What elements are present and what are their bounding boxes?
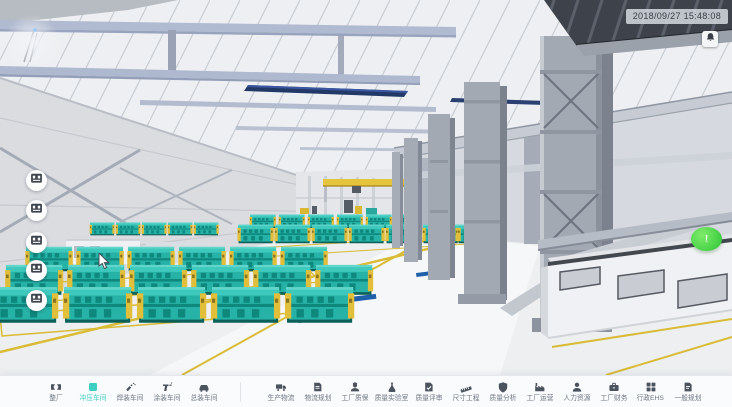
stamping-shop-icon bbox=[87, 381, 99, 394]
press-machine-icon bbox=[30, 262, 43, 280]
press-line-marker[interactable] bbox=[26, 260, 47, 281]
press-line-marker[interactable] bbox=[26, 200, 47, 221]
tab-factory-overview[interactable]: 整厂 bbox=[37, 381, 74, 403]
toolbar-divider bbox=[240, 382, 241, 402]
truck-icon bbox=[275, 381, 287, 394]
tab-shield[interactable]: 质量分析 bbox=[484, 381, 521, 403]
timestamp-badge: 2018/09/27 15:48:08 bbox=[626, 9, 728, 24]
document-icon bbox=[682, 381, 694, 394]
document-check-icon bbox=[423, 381, 435, 394]
flask-icon bbox=[386, 381, 398, 394]
tab-painting-shop[interactable]: 涂装车间 bbox=[148, 381, 185, 403]
press-line-marker[interactable] bbox=[26, 170, 47, 191]
press-machine-icon bbox=[30, 172, 43, 190]
bottom-toolbar: 整厂冲压车间焊装车间涂装车间总装车间 生产物流物流规划工厂质保质量实验室质量评审… bbox=[0, 375, 732, 407]
logistics-plan-icon bbox=[312, 381, 324, 394]
tab-document[interactable]: 一般规划 bbox=[669, 381, 706, 403]
tab-person[interactable]: 人力资源 bbox=[558, 381, 595, 403]
tab-briefcase[interactable]: 工厂财务 bbox=[595, 381, 632, 403]
viewport-3d[interactable] bbox=[0, 0, 732, 375]
bell-icon bbox=[705, 30, 716, 48]
app-window: 2018/09/27 15:48:08 ! 整厂冲压车间焊装车间涂装车间总装车间… bbox=[0, 0, 732, 407]
press-line-marker[interactable] bbox=[26, 232, 47, 253]
tab-logistics-plan[interactable]: 物流规划 bbox=[299, 381, 336, 403]
ruler-icon bbox=[460, 381, 472, 394]
press-machine-icon bbox=[30, 202, 43, 220]
tab-assembly-shop[interactable]: 总装车间 bbox=[185, 381, 222, 403]
person-icon bbox=[571, 381, 583, 394]
factory-overview-icon bbox=[50, 381, 62, 394]
shield-icon bbox=[497, 381, 509, 394]
alert-marker[interactable]: ! bbox=[691, 227, 722, 251]
tab-worker[interactable]: 工厂质保 bbox=[336, 381, 373, 403]
factory-icon bbox=[534, 381, 546, 394]
press-machine-icon bbox=[30, 234, 43, 252]
painting-shop-icon bbox=[161, 381, 173, 394]
briefcase-icon bbox=[608, 381, 620, 394]
welding-shop-icon bbox=[124, 381, 136, 394]
workshop-nav: 整厂冲压车间焊装车间涂装车间总装车间 bbox=[37, 381, 222, 403]
tab-stamping-shop[interactable]: 冲压车间 bbox=[74, 381, 111, 403]
module-nav: 生产物流物流规划工厂质保质量实验室质量评审尺寸工程质量分析工厂运营人力资源工厂财… bbox=[262, 381, 706, 403]
assembly-shop-icon bbox=[198, 381, 210, 394]
tab-document-check[interactable]: 质量评审 bbox=[410, 381, 447, 403]
tab-flask[interactable]: 质量实验室 bbox=[373, 381, 410, 403]
alert-symbol: ! bbox=[705, 234, 708, 245]
tab-welding-shop[interactable]: 焊装车间 bbox=[111, 381, 148, 403]
press-machine-icon bbox=[30, 292, 43, 310]
press-line-marker[interactable] bbox=[26, 290, 47, 311]
worker-icon bbox=[349, 381, 361, 394]
grid-icon bbox=[645, 381, 657, 394]
notification-button[interactable] bbox=[702, 31, 718, 47]
tab-factory[interactable]: 工厂运营 bbox=[521, 381, 558, 403]
tab-truck[interactable]: 生产物流 bbox=[262, 381, 299, 403]
tab-grid[interactable]: 行政EHS bbox=[632, 381, 669, 403]
tab-ruler[interactable]: 尺寸工程 bbox=[447, 381, 484, 403]
